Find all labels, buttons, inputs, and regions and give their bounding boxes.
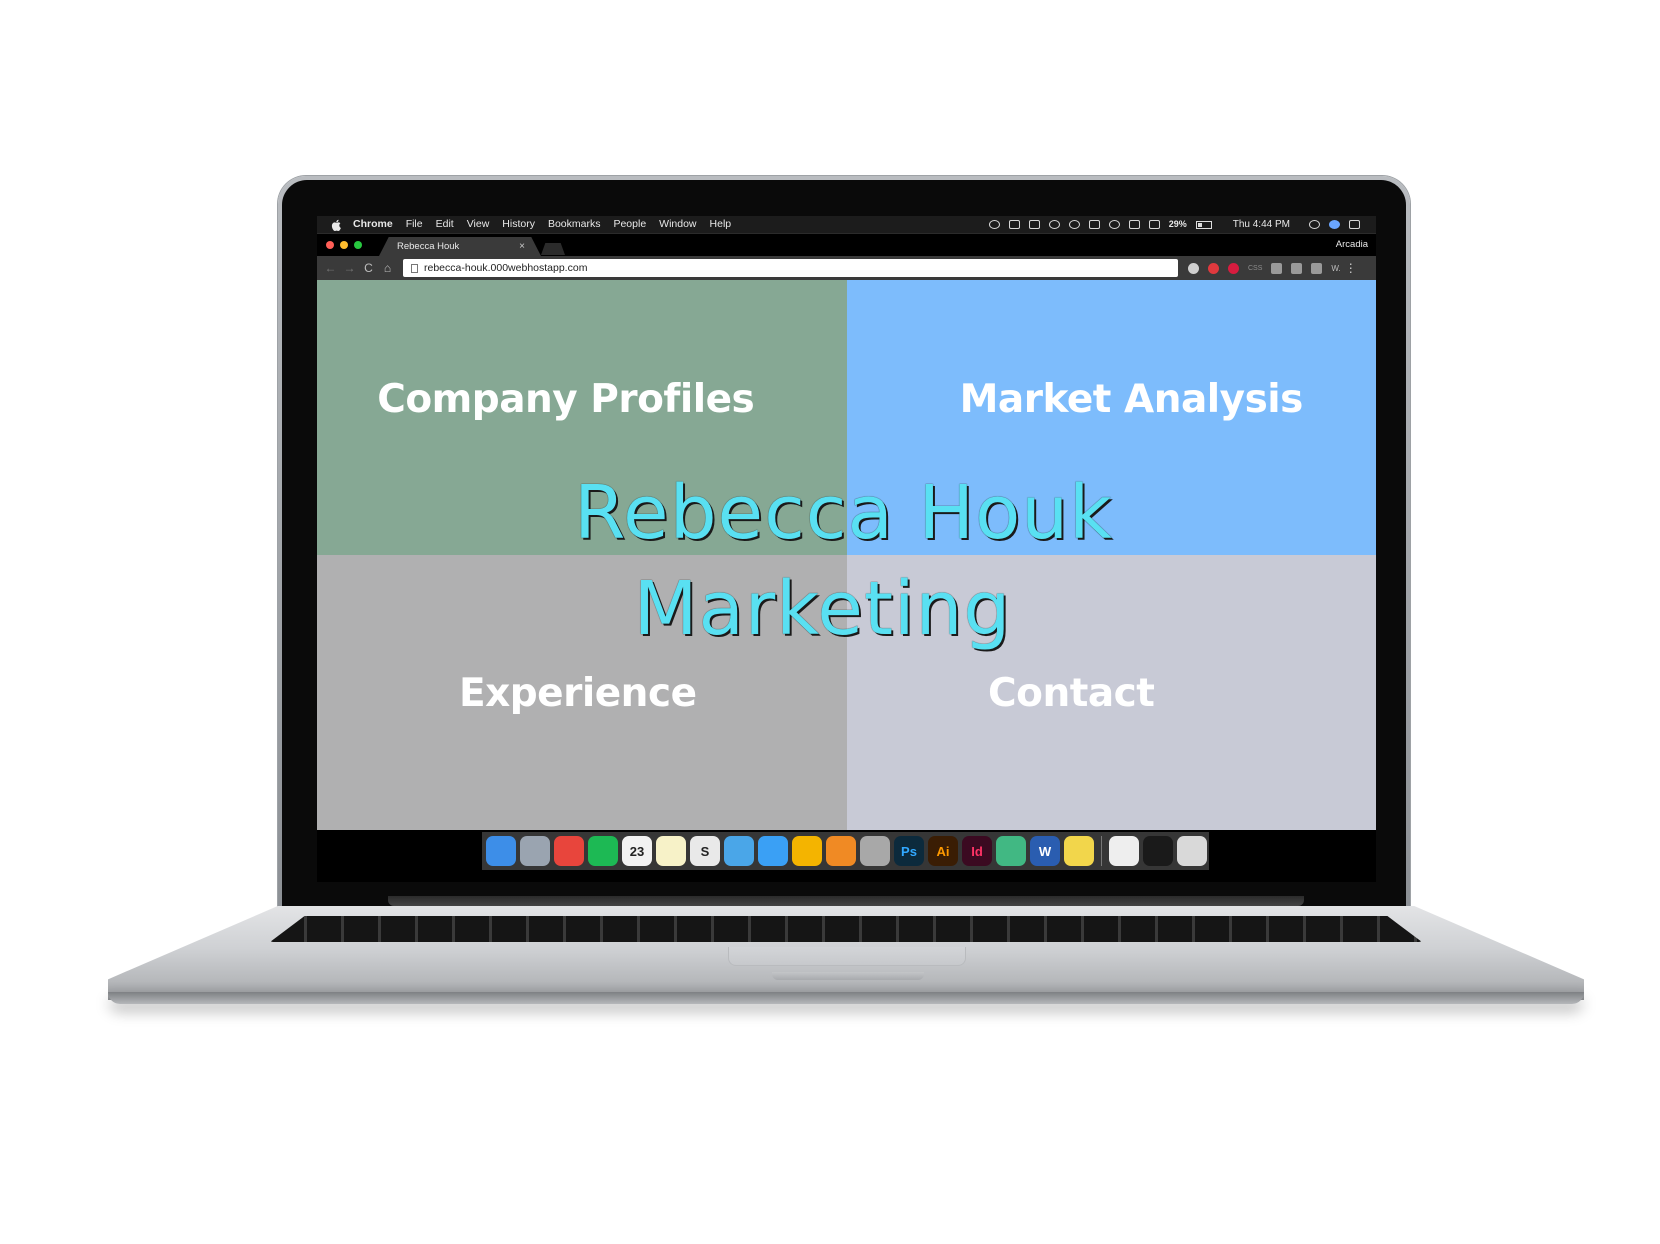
extensions-row: CSS W.	[1188, 262, 1341, 274]
adblock-extension-icon[interactable]	[1208, 262, 1219, 274]
menu-edit[interactable]: Edit	[436, 216, 454, 233]
atom-icon[interactable]	[996, 836, 1026, 866]
site-title-line1: Rebecca Houk	[573, 470, 1114, 556]
tab-rebecca-houk[interactable]: Rebecca Houk ×	[379, 237, 541, 256]
tile-label: Experience	[458, 671, 697, 716]
tab-close-icon[interactable]: ×	[519, 237, 525, 256]
menubar-status-area: 29% Thu 4:44 PM	[988, 216, 1376, 233]
trash-icon[interactable]	[1177, 836, 1207, 866]
address-bar[interactable]: rebecca-houk.000webhostapp.com	[403, 259, 1178, 277]
pinterest-extension-icon[interactable]	[1228, 262, 1239, 274]
chat-extension-icon[interactable]	[1188, 262, 1199, 274]
page-icon	[411, 263, 418, 273]
menu-people[interactable]: People	[613, 216, 646, 233]
laptop-trackpad	[728, 947, 966, 966]
clock[interactable]: Thu 4:44 PM	[1233, 216, 1290, 233]
macos-menubar: Chrome File Edit View History Bookmarks …	[317, 216, 1376, 234]
time-machine-icon[interactable]	[1068, 220, 1080, 229]
battery-percent: 29%	[1168, 219, 1187, 229]
grid-icon[interactable]	[1028, 220, 1040, 229]
browser-toolbar: ← → C ⌂ rebecca-houk.000webhostapp.com C…	[317, 256, 1376, 280]
airplay-icon[interactable]	[1128, 220, 1140, 229]
close-window-icon[interactable]	[326, 241, 334, 249]
creative-cloud-icon[interactable]	[988, 220, 1000, 229]
apple-icon[interactable]	[331, 219, 343, 231]
calendar-icon[interactable]: 23	[622, 836, 652, 866]
checkmark-icon[interactable]	[1048, 220, 1060, 229]
site-title-line2: Marketing	[633, 566, 1012, 652]
laptop-hinge	[388, 896, 1304, 906]
volume-icon[interactable]	[1148, 220, 1160, 229]
notification-center-icon[interactable]	[1349, 220, 1360, 229]
siri-icon[interactable]	[1329, 220, 1340, 229]
preview-icon[interactable]	[860, 836, 890, 866]
photos-icon[interactable]	[792, 836, 822, 866]
new-tab-button[interactable]	[541, 243, 565, 255]
menu-help[interactable]: Help	[710, 216, 732, 233]
dropbox-icon[interactable]	[1008, 220, 1020, 229]
notes-icon[interactable]	[656, 836, 686, 866]
menu-view[interactable]: View	[467, 216, 490, 233]
menu-chrome[interactable]: Chrome	[353, 216, 393, 233]
chrome-icon[interactable]	[554, 836, 584, 866]
minimize-window-icon[interactable]	[340, 241, 348, 249]
address-url[interactable]: rebecca-houk.000webhostapp.com	[424, 262, 587, 274]
spotify-icon[interactable]	[588, 836, 618, 866]
illustrator-icon[interactable]: Ai	[928, 836, 958, 866]
back-icon[interactable]: ←	[321, 261, 340, 275]
word-icon[interactable]: W	[1030, 836, 1060, 866]
pen-extension-icon[interactable]	[1311, 262, 1323, 274]
layout-extension-icon[interactable]	[1271, 262, 1283, 274]
tile-label: Company Profiles	[377, 377, 755, 422]
home-icon[interactable]: ⌂	[378, 261, 397, 275]
w-extension-icon[interactable]: W.	[1331, 264, 1340, 273]
photoshop-icon[interactable]: Ps	[894, 836, 924, 866]
css-extension-icon[interactable]: CSS	[1248, 265, 1262, 272]
zoom-window-icon[interactable]	[354, 241, 362, 249]
tile-label: Market Analysis	[959, 377, 1304, 422]
laptop-notch	[772, 972, 924, 980]
laptop-mockup: Chrome File Edit View History Bookmarks …	[0, 0, 1660, 1244]
screenshot-extension-icon[interactable]	[1291, 262, 1303, 274]
website: Company Profiles Market Analysis Experie…	[317, 280, 1376, 830]
screen-sharing-icon[interactable]	[724, 836, 754, 866]
laptop-screen: Chrome File Edit View History Bookmarks …	[317, 216, 1376, 882]
chrome-menu-icon[interactable]: ⋮	[1345, 261, 1357, 275]
finder-icon[interactable]	[486, 836, 516, 866]
ibooks-icon[interactable]	[826, 836, 856, 866]
slack-icon[interactable]: S	[690, 836, 720, 866]
tab-title: Rebecca Houk	[397, 241, 460, 252]
messages-icon[interactable]	[758, 836, 788, 866]
reload-icon[interactable]: C	[359, 261, 378, 275]
bluetooth-icon[interactable]	[1088, 220, 1100, 229]
wifi-icon[interactable]	[1108, 220, 1120, 229]
desktop-strip: 23 S Ps Ai Id W	[317, 830, 1376, 882]
menu-file[interactable]: File	[406, 216, 423, 233]
launchpad-icon[interactable]	[520, 836, 550, 866]
menu-history[interactable]: History	[502, 216, 535, 233]
indesign-icon[interactable]: Id	[962, 836, 992, 866]
menu-window[interactable]: Window	[659, 216, 696, 233]
tile-label: Contact	[988, 671, 1155, 716]
forward-icon[interactable]: →	[340, 261, 359, 275]
dock-separator	[1101, 836, 1102, 866]
menu-bookmarks[interactable]: Bookmarks	[548, 216, 601, 233]
macos-dock: 23 S Ps Ai Id W	[482, 832, 1209, 870]
document-icon[interactable]	[1109, 836, 1139, 866]
battery-icon[interactable]	[1195, 220, 1212, 229]
laptop-keyboard	[270, 916, 1422, 942]
browser-tab-strip: Rebecca Houk × Arcadia	[317, 234, 1376, 256]
laptop-base-edge	[108, 992, 1584, 1004]
site-title: Rebecca Houk Marketing	[317, 465, 1376, 657]
spotlight-search-icon[interactable]	[1309, 220, 1320, 229]
stickies-icon[interactable]	[1064, 836, 1094, 866]
terminal-icon[interactable]	[1143, 836, 1173, 866]
profile-name[interactable]: Arcadia	[1336, 234, 1368, 256]
